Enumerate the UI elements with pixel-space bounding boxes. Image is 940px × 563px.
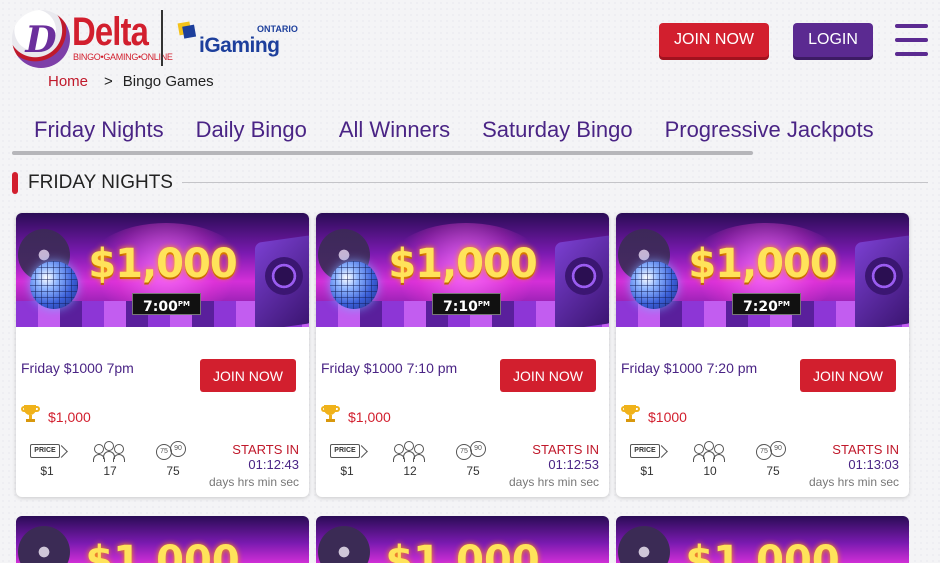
tab-saturday-bingo[interactable]: Saturday Bingo (466, 113, 648, 153)
game-card: $1,000 7:10PM Friday $1000 7:10 pm JOIN … (316, 213, 609, 497)
banner-time: 7:00PM (132, 293, 201, 315)
banner-amount: $1,000 (385, 538, 540, 563)
tab-progressive-jackpots[interactable]: Progressive Jackpots (649, 113, 890, 153)
countdown-units: days hrs min sec (508, 475, 599, 489)
delta-logo-tagline: BINGO•GAMING•ONLINE (73, 52, 173, 62)
players-icon (693, 441, 728, 462)
igaming-name: iGaming (199, 34, 280, 57)
starts-in-label: STARTS IN (232, 442, 299, 457)
delta-logo-text: Delta (72, 10, 149, 54)
banner-amount: $1,000 (88, 241, 237, 287)
ball-count: 75 (166, 464, 180, 478)
banner-amount: $1,000 (688, 241, 837, 287)
breadcrumb-separator: > (104, 73, 113, 90)
ticket-price: $1 (340, 464, 354, 478)
ticket-price: $1 (640, 464, 654, 478)
player-count: 17 (103, 464, 117, 478)
countdown-timer: 01:12:53 (548, 457, 599, 472)
breadcrumb-current: Bingo Games (122, 73, 214, 90)
site-header: D Delta BINGO•GAMING•ONLINE ONTARIO iGam… (0, 0, 940, 72)
prize-amount: $1,000 (48, 409, 91, 425)
login-button[interactable]: LOGIN (793, 23, 873, 57)
starts-in-label: STARTS IN (832, 442, 899, 457)
player-count: 10 (703, 464, 717, 478)
ball-count: 75 (766, 464, 780, 478)
game-card: $1,000 7:20PM Friday $1000 7:20 pm JOIN … (616, 213, 909, 497)
player-count: 12 (403, 464, 417, 478)
countdown-timer: 01:12:43 (248, 457, 299, 472)
players-icon (93, 441, 128, 462)
tab-all-winners[interactable]: All Winners (323, 113, 466, 153)
bingo-balls-icon: 75 90 (456, 441, 490, 461)
igaming-region: ONTARIO (257, 24, 298, 34)
game-card-partial[interactable]: $1,000 (16, 516, 309, 563)
ticket-price: $1 (40, 464, 54, 478)
tabs-scrollbar[interactable] (12, 151, 753, 155)
game-name: Friday $1000 7pm (21, 360, 134, 376)
players-icon (393, 441, 428, 462)
join-now-button[interactable]: JOIN NOW (659, 23, 769, 57)
banner-time: 7:20PM (732, 293, 801, 315)
game-name: Friday $1000 7:20 pm (621, 360, 758, 376)
tab-daily-bingo[interactable]: Daily Bingo (180, 113, 323, 153)
game-name: Friday $1000 7:10 pm (321, 360, 458, 376)
banner-time: 7:10PM (432, 293, 501, 315)
game-banner[interactable]: $1,000 7:00PM (16, 213, 309, 327)
section-divider (182, 182, 928, 183)
logo-divider (161, 10, 163, 66)
card-join-button[interactable]: JOIN NOW (800, 359, 896, 392)
delta-logo-mark: D (12, 10, 70, 68)
countdown-units: days hrs min sec (808, 475, 899, 489)
countdown-units: days hrs min sec (208, 475, 299, 489)
game-banner[interactable]: $1,000 7:20PM (616, 213, 909, 327)
section-title: FRIDAY NIGHTS (28, 172, 173, 193)
card-join-button[interactable]: JOIN NOW (200, 359, 296, 392)
banner-amount: $1,000 (685, 538, 840, 563)
game-banner[interactable]: $1,000 7:10PM (316, 213, 609, 327)
trophy-icon (321, 405, 340, 423)
ball-count: 75 (466, 464, 480, 478)
game-card: $1,000 7:00PM Friday $1000 7pm JOIN NOW … (16, 213, 309, 497)
price-tag-icon: PRICE (630, 441, 664, 461)
delta-logo[interactable]: D Delta BINGO•GAMING•ONLINE ONTARIO iGam… (12, 8, 302, 68)
game-card-partial[interactable]: $1,000 (316, 516, 609, 563)
menu-icon[interactable] (895, 24, 928, 56)
igaming-flag-icon (175, 18, 199, 43)
starts-in-label: STARTS IN (532, 442, 599, 457)
prize-amount: $1,000 (348, 409, 391, 425)
trophy-icon (21, 405, 40, 423)
bingo-balls-icon: 75 90 (756, 441, 790, 461)
breadcrumb-home-link[interactable]: Home (48, 73, 88, 90)
price-tag-icon: PRICE (330, 441, 364, 461)
game-card-partial[interactable]: $1,000 (616, 516, 909, 563)
countdown-timer: 01:13:03 (848, 457, 899, 472)
breadcrumb: Home > Bingo Games (48, 73, 214, 90)
banner-amount: $1,000 (85, 538, 240, 563)
banner-amount: $1,000 (388, 241, 537, 287)
prize-amount: $1000 (648, 409, 687, 425)
tab-friday-nights[interactable]: Friday Nights (18, 113, 180, 153)
section-accent (12, 172, 18, 194)
bingo-balls-icon: 75 90 (156, 441, 190, 461)
card-join-button[interactable]: JOIN NOW (500, 359, 596, 392)
igaming-ontario-logo: ONTARIO iGaming (175, 18, 298, 60)
category-tabs: Friday Nights Daily Bingo All Winners Sa… (18, 113, 890, 153)
price-tag-icon: PRICE (30, 441, 64, 461)
trophy-icon (621, 405, 640, 423)
